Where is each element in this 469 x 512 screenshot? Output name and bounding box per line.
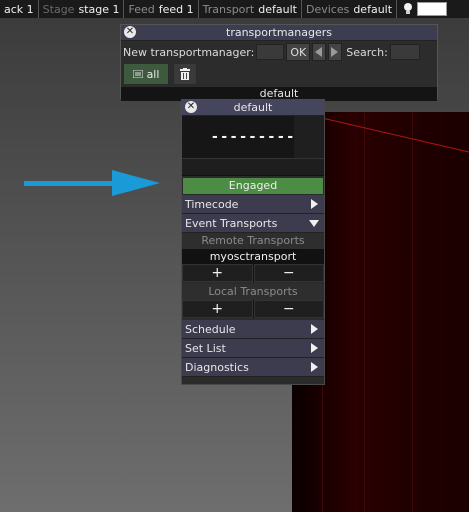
- engaged-toggle[interactable]: Engaged: [182, 177, 324, 195]
- close-icon[interactable]: ✕: [124, 26, 136, 38]
- add-remote-transport-button[interactable]: +: [182, 264, 253, 282]
- ok-button[interactable]: OK: [286, 43, 311, 61]
- chevron-right-icon: [311, 324, 318, 334]
- menu-event-transports-label: Event Transports: [185, 216, 278, 230]
- devices-label: Devices: [305, 2, 350, 16]
- topbar-segment-transport[interactable]: Transport default: [199, 0, 302, 18]
- menu-timecode-label: Timecode: [185, 197, 239, 211]
- transport-label: Transport: [202, 2, 255, 16]
- trash-button[interactable]: [173, 63, 197, 85]
- default-transportmanager-panel: ✕ default --------- Engaged Timecode Eve…: [181, 99, 325, 385]
- all-label: all: [146, 67, 160, 81]
- menu-timecode[interactable]: Timecode: [182, 195, 324, 214]
- menu-set-list-label: Set List: [185, 341, 226, 355]
- chevron-right-icon: [311, 343, 318, 353]
- menu-diagnostics-label: Diagnostics: [185, 360, 249, 374]
- cue-value: ack 1: [4, 2, 34, 16]
- close-icon[interactable]: ✕: [185, 101, 197, 113]
- chevron-right-icon: [311, 199, 318, 209]
- status-area: [182, 159, 324, 176]
- panel-title: transportmanagers: [226, 26, 332, 39]
- stage-value: stage 1: [78, 2, 120, 16]
- feed-value: feed 1: [158, 2, 194, 16]
- topbar-segment-devices[interactable]: Devices default: [302, 0, 398, 18]
- transportmanagers-panel: ✕ transportmanagers New transportmanager…: [120, 24, 438, 101]
- local-transports-heading: Local Transports: [182, 284, 324, 300]
- topbar-segment-stage[interactable]: Stage stage 1: [39, 0, 125, 18]
- color-swatch[interactable]: [417, 2, 448, 16]
- add-local-transport-button[interactable]: +: [182, 300, 253, 318]
- transport-item-myosctransport[interactable]: myosctransport: [182, 249, 324, 264]
- chevron-right-icon: [311, 362, 318, 372]
- chevron-down-icon: [309, 219, 319, 227]
- lightbulb-icon[interactable]: [401, 0, 415, 18]
- arrow-right-icon[interactable]: [328, 43, 343, 61]
- transportmanagers-titlebar[interactable]: ✕ transportmanagers: [121, 25, 437, 41]
- transport-value: default: [258, 2, 297, 16]
- default-titlebar[interactable]: ✕ default: [182, 100, 324, 116]
- menu-set-list[interactable]: Set List: [182, 339, 324, 358]
- devices-value: default: [353, 2, 393, 16]
- search-input[interactable]: [389, 44, 420, 60]
- search-label: Search:: [346, 45, 388, 59]
- menu-diagnostics[interactable]: Diagnostics: [182, 358, 324, 377]
- list-icon: [132, 70, 143, 78]
- menu-schedule[interactable]: Schedule: [182, 320, 324, 339]
- new-transportmanager-label: New transportmanager:: [123, 45, 255, 59]
- topbar-segment-feed[interactable]: Feed feed 1: [124, 0, 199, 18]
- trash-icon: [180, 68, 190, 80]
- topbar-segment-cue[interactable]: ack 1: [0, 0, 39, 18]
- stage-label: Stage: [42, 2, 75, 16]
- timecode-value: ---------: [210, 129, 296, 145]
- menu-event-transports[interactable]: Event Transports: [182, 214, 324, 233]
- remove-local-transport-button[interactable]: −: [253, 300, 324, 318]
- timecode-display: ---------: [182, 116, 324, 159]
- panel-title: default: [233, 101, 273, 114]
- menu-schedule-label: Schedule: [185, 322, 236, 336]
- top-status-bar: ack 1 Stage stage 1 Feed feed 1 Transpor…: [0, 0, 469, 18]
- arrow-left-icon[interactable]: [312, 43, 327, 61]
- new-transportmanager-input[interactable]: [256, 44, 285, 60]
- remote-transports-heading: Remote Transports: [182, 233, 324, 249]
- remove-remote-transport-button[interactable]: −: [253, 264, 324, 282]
- all-button[interactable]: all: [123, 63, 169, 85]
- annotation-arrow-icon: [24, 170, 160, 196]
- feed-label: Feed: [128, 2, 155, 16]
